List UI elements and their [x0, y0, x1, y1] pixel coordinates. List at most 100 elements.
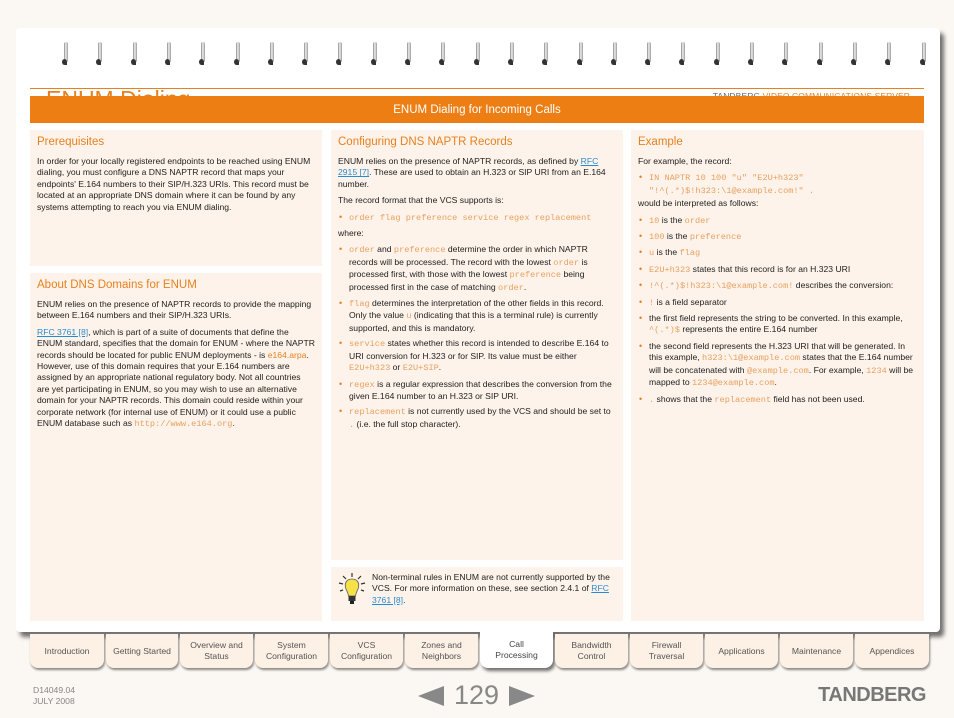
- text: is the: [659, 214, 685, 225]
- about-dns-domains-panel: About DNS Domains for ENUM ENUM relies o…: [30, 273, 322, 621]
- code: preference: [689, 232, 742, 243]
- binding-ring-icon: [816, 42, 825, 68]
- tab-vcs-configuration[interactable]: VCS Configuration: [330, 634, 403, 668]
- config-intro: ENUM relies on the presence of NAPTR rec…: [338, 156, 616, 190]
- next-page-arrow-icon[interactable]: [509, 685, 536, 706]
- text: is the: [664, 231, 690, 242]
- binding-ring-icon: [473, 42, 482, 68]
- tab-call-processing[interactable]: Call Processing: [480, 632, 553, 668]
- tab-zones-and-neighbors[interactable]: Zones and Neighbors: [405, 634, 478, 668]
- binding-ring-icon: [405, 42, 413, 68]
- section-banner: ENUM Dialing for Incoming Calls: [30, 96, 924, 123]
- text: .: [403, 594, 406, 605]
- binding-ring-icon: [336, 42, 344, 68]
- code: service: [349, 339, 386, 350]
- binding-ring-icon: [96, 42, 104, 68]
- tip-panel: Non-terminal rules in ENUM are not curre…: [331, 567, 623, 621]
- example-record-list: IN NAPTR 10 100 "u" "E2U+h323" "!^(.*)$!…: [638, 172, 917, 197]
- text: represents the entire E.164 number: [679, 324, 818, 335]
- list-item: E2U+h323 states that this record is for …: [638, 264, 917, 276]
- tab-appendices[interactable]: Appendices: [855, 634, 929, 668]
- list-item: the first field represents the string to…: [638, 313, 917, 337]
- text: and: [374, 244, 394, 255]
- example-panel: Example For example, the record: IN NAPT…: [631, 130, 924, 621]
- list-item: regex is a regular expression that descr…: [338, 379, 616, 403]
- text: describes the conversion:: [793, 280, 894, 291]
- text: is a regular expression that describes t…: [349, 378, 612, 401]
- list-item: replacement is not currently used by the…: [338, 406, 616, 431]
- document-date: JULY 2008: [33, 696, 75, 706]
- code: flag: [679, 248, 701, 259]
- binding-ring-icon: [164, 42, 173, 68]
- tab-applications[interactable]: Applications: [705, 634, 778, 668]
- text: .: [774, 377, 777, 388]
- text: . However, use of this domain requires t…: [37, 349, 309, 429]
- code: E2U+h323: [649, 264, 691, 275]
- code: h323:\1@example.com: [702, 353, 801, 364]
- rfc-3761-link[interactable]: RFC 3761 [8]: [37, 327, 88, 337]
- binding-ring-icon: [782, 42, 790, 68]
- code: order: [349, 245, 375, 256]
- text: is not currently used by the VCS and sho…: [405, 406, 611, 417]
- tab-getting-started[interactable]: Getting Started: [106, 634, 178, 668]
- tab-firewall-traversal[interactable]: Firewall Traversal: [630, 634, 703, 668]
- e164-arpa-domain: e164.arpa: [267, 349, 307, 360]
- configuring-naptr-panel: Configuring DNS NAPTR Records ENUM relie…: [331, 130, 623, 560]
- binding-ring-icon: [439, 42, 447, 68]
- binding-ring-icon: [679, 42, 687, 68]
- chapter-tabs: Introduction Getting Started Overview and …: [30, 632, 929, 671]
- binding-ring-icon: [507, 42, 516, 68]
- code: order: [498, 282, 524, 293]
- config-heading: Configuring DNS NAPTR Records: [338, 136, 513, 148]
- text: . These are used to obtain an H.323 or S…: [338, 167, 606, 189]
- text: . For example,: [808, 364, 867, 375]
- binding-ring-icon: [233, 42, 242, 68]
- code: ^(.*)$: [649, 325, 680, 336]
- binding-ring-icon: [62, 42, 70, 68]
- tab-system-configuration[interactable]: System Configuration: [255, 634, 328, 668]
- list-item: order and preference determine the order…: [338, 244, 616, 294]
- list-item: IN NAPTR 10 100 "u" "E2U+h323" "!^(.*)$!…: [638, 172, 917, 197]
- text: (i.e. the full stop character).: [354, 418, 461, 429]
- tandberg-logo: TANDBERG: [818, 684, 926, 706]
- prerequisites-heading: Prerequisites: [37, 136, 105, 148]
- prerequisites-panel: Prerequisites In order for your locally …: [30, 130, 322, 266]
- tab-maintenance[interactable]: Maintenance: [780, 634, 853, 668]
- document-id: D14049.04: [33, 685, 76, 695]
- binding-ring-icon: [576, 42, 585, 68]
- code: 1234: [866, 365, 887, 376]
- text: states whether this record is intended t…: [349, 338, 609, 361]
- code: flag: [349, 299, 370, 310]
- text: .: [523, 281, 527, 292]
- tab-introduction[interactable]: Introduction: [30, 634, 104, 668]
- format-list: order flag preference service regex repl…: [338, 212, 616, 224]
- list-item: the second field represents the H.323 UR…: [638, 341, 917, 390]
- interpretation-list: 10 is the order 100 is the preference u …: [638, 215, 917, 406]
- text: Non-terminal rules in ENUM are not curre…: [372, 572, 610, 594]
- spiral-binding: [62, 42, 932, 70]
- title-divider: [30, 88, 924, 89]
- tab-overview-and-status[interactable]: Overview and Status: [180, 634, 253, 668]
- binding-ring-icon: [199, 42, 207, 68]
- code: order: [553, 257, 580, 268]
- page-navigator: 129: [418, 680, 536, 711]
- interpreted-label: would be interpreted as follows:: [638, 198, 759, 209]
- code: E2U+SIP: [402, 363, 439, 374]
- tab-bandwidth-control[interactable]: Bandwidth Control: [555, 634, 628, 668]
- binding-ring-icon: [885, 42, 893, 68]
- text: .: [438, 362, 442, 373]
- about-heading: About DNS Domains for ENUM: [37, 279, 197, 291]
- list-item: 10 is the order: [638, 215, 917, 227]
- prerequisites-body: In order for your locally registered end…: [37, 156, 311, 212]
- document-info: D14049.04 JULY 2008: [33, 685, 75, 707]
- record-format: order flag preference service regex repl…: [349, 212, 592, 223]
- code: replacement: [714, 394, 772, 405]
- binding-ring-icon: [542, 42, 550, 68]
- previous-page-arrow-icon[interactable]: [418, 685, 444, 706]
- text: is a field separator: [654, 296, 727, 307]
- binding-ring-icon: [850, 42, 859, 68]
- format-intro: The record format that the VCS supports …: [338, 195, 504, 206]
- list-item: ! is a field separator: [638, 297, 917, 309]
- list-item: order flag preference service regex repl…: [338, 212, 616, 224]
- text: field has not been used.: [771, 393, 865, 404]
